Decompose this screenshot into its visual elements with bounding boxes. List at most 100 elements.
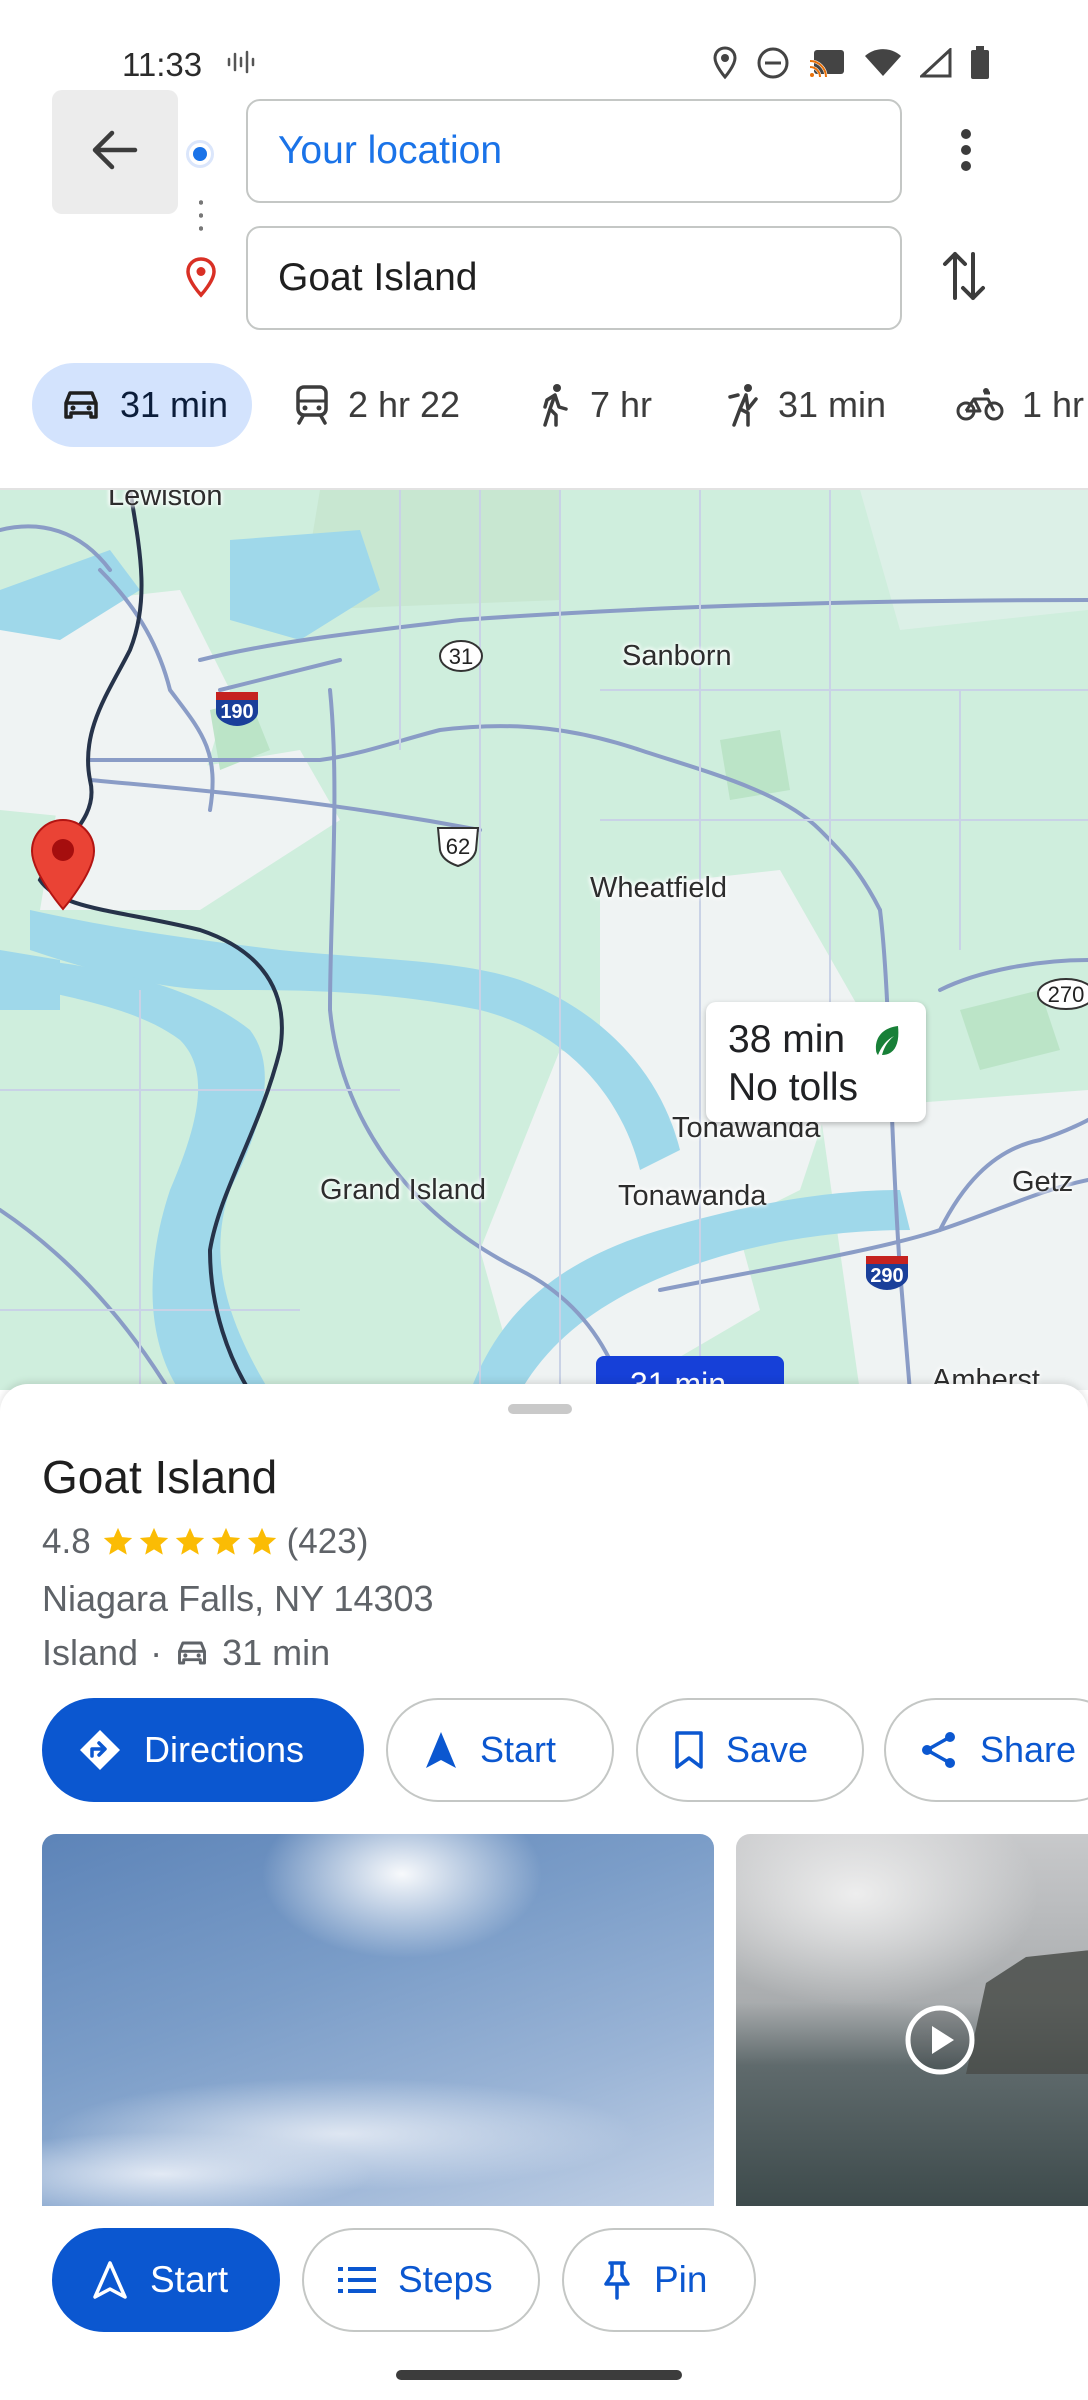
pin-button[interactable]: Pin [562,2228,756,2332]
star-icon [139,1527,168,1555]
location-icon [712,46,738,80]
bottom-action-bar: Start Steps Pin [0,2206,1088,2400]
share-button[interactable]: Share [884,1698,1088,1802]
interstate-290-shield: 290 [862,1252,912,1297]
rideshare-icon [726,383,760,427]
swap-locations-button[interactable] [934,244,994,312]
directions-icon [78,1728,122,1772]
origin-field[interactable]: Your location [246,99,902,203]
map-base-layer [0,490,1088,1390]
mode-tab-drive[interactable]: 31 min [32,363,252,447]
star-icon [211,1527,240,1555]
more-vert-icon [960,128,972,177]
eco-leaf-icon [872,1022,902,1070]
back-button[interactable] [52,90,178,214]
play-icon[interactable] [904,2004,976,2081]
steps-label: Steps [398,2259,493,2300]
save-label: Save [726,1729,809,1770]
voice-waveform-icon [226,50,256,79]
map-label-tonawanda-south: Tonawanda [618,1180,767,1212]
directions-label: Directions [144,1729,305,1770]
route-31-shield: 31 [438,638,484,679]
map-destination-pin-icon[interactable] [30,818,96,919]
alt-route-note: No tolls [728,1066,859,1109]
mode-tab-rideshare[interactable]: 31 min [726,363,886,447]
start-button[interactable]: Start [386,1698,614,1802]
mode-tab-label: 1 hr [1022,384,1085,425]
interstate-190-shield: 190 [212,688,262,733]
review-count[interactable]: (423) [287,1522,369,1562]
place-address: Niagara Falls, NY 14303 [42,1578,434,1619]
interstate-190-label: 190 [220,701,253,723]
start-label: Start [480,1729,557,1770]
navigation-arrow-icon [424,1730,458,1770]
steps-button[interactable]: Steps [302,2228,540,2332]
rating-value: 4.8 [42,1522,91,1561]
bookmark-icon [674,1730,704,1770]
place-drive-time: 31 min [222,1632,331,1673]
destination-field[interactable]: Goat Island [246,226,902,330]
mode-tab-label: 7 hr [590,384,653,425]
train-icon [294,385,330,425]
bottom-start-button[interactable]: Start [52,2228,280,2332]
battery-icon [970,46,990,80]
route-270-shield: 270 [1036,976,1088,1017]
meta-separator: · [150,1632,163,1673]
route-270-label: 270 [1048,982,1085,1007]
route-connector [199,196,203,236]
photo-strip [42,1834,1088,2208]
map-view[interactable]: Lewiston Sanborn Wheatfield Grand Island… [0,488,1088,1390]
route-62-label: 62 [446,834,470,859]
mode-tab-transit[interactable]: 2 hr 22 [294,363,460,447]
star-icon [175,1527,204,1555]
mode-tab-label: 2 hr 22 [348,384,461,425]
car-icon [60,387,102,423]
status-icons [712,46,990,80]
alt-route-callout[interactable]: 38 min No tolls [706,1002,926,1122]
bottom-start-label: Start [150,2259,229,2300]
pin-label: Pin [654,2259,708,2300]
place-category: Island [42,1632,139,1673]
star-icon [103,1527,132,1555]
interstate-290-label: 290 [870,1265,903,1287]
swap-vert-icon [941,248,987,309]
navigation-arrow-outline-icon [92,2260,128,2300]
rating-stars [101,1525,279,1559]
wifi-icon [864,48,902,78]
mode-tab-label: 31 min [120,384,229,425]
star-icon [247,1527,276,1555]
map-label-getz: Getz [1012,1166,1074,1198]
cell-signal-icon [920,48,952,78]
bike-icon [956,387,1004,423]
place-title: Goat Island [42,1451,278,1503]
map-label-lewiston: Lewiston [108,488,223,512]
cast-icon [808,47,846,79]
directions-button[interactable]: Directions [42,1698,364,1802]
route-62-shield: 62 [432,824,484,873]
sheet-drag-handle[interactable] [508,1404,572,1414]
map-label-grand-island: Grand Island [320,1174,487,1206]
do-not-disturb-icon [756,46,790,80]
save-button[interactable]: Save [636,1698,864,1802]
map-label-wheatfield: Wheatfield [590,872,728,904]
arrow-back-icon [91,129,139,176]
home-indicator[interactable] [396,2370,682,2380]
rating-row: 4.8 (423) [42,1522,368,1562]
mode-tab-walk[interactable]: 7 hr [538,363,652,447]
walk-icon [538,383,572,427]
map-label-sanborn: Sanborn [622,640,732,672]
place-video-falls[interactable] [736,1834,1088,2208]
route-31-label: 31 [449,644,473,669]
list-icon [338,2265,376,2295]
photo-cliff [966,1944,1088,2074]
status-bar: 11:33 [0,0,1088,100]
mode-tab-bike[interactable]: 1 hr [956,363,1084,447]
share-icon [920,1730,958,1770]
car-icon [174,1638,210,1668]
more-options-button[interactable] [944,120,988,184]
share-label: Share [980,1729,1077,1770]
place-meta: Island · 31 min [42,1632,330,1674]
mode-tab-label: 31 min [778,384,887,425]
place-photo-sky[interactable] [42,1834,714,2208]
travel-mode-tabs: 31 min 2 hr 22 7 hr 31 min 1 hr [0,360,1088,450]
